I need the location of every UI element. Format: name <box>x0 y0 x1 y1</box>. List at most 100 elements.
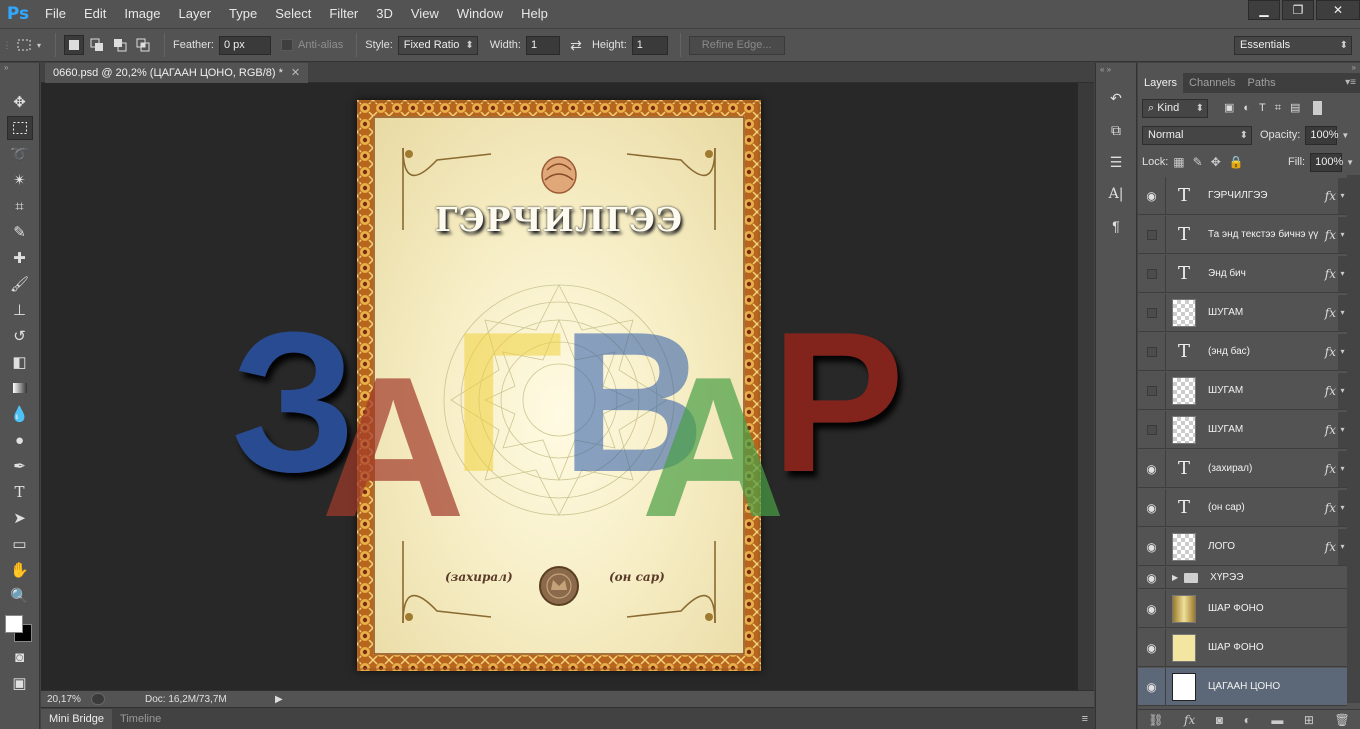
quick-mask-icon[interactable]: ◙ <box>7 645 33 669</box>
blur-tool-icon[interactable]: 💧 <box>7 402 33 426</box>
layer-row[interactable]: T Та энд текстээ бичнэ үү fx ▾ <box>1138 215 1347 254</box>
refine-edge-button[interactable]: Refine Edge... <box>688 35 785 55</box>
layer-row[interactable]: ◉ T (захирал) fx ▾ <box>1138 449 1347 488</box>
lock-icons[interactable]: ▦✎✥🔒 <box>1173 155 1251 169</box>
antialias-checkbox[interactable] <box>280 39 293 51</box>
minimize-button[interactable]: ▁ <box>1248 0 1280 20</box>
effects-expand-icon[interactable]: ▾ <box>1338 450 1347 487</box>
dodge-tool-icon[interactable]: ● <box>7 428 33 452</box>
fill-input[interactable]: 100% <box>1310 152 1343 172</box>
layer-effects-icon[interactable]: fx <box>1325 189 1336 203</box>
height-input[interactable]: 1 <box>631 35 668 55</box>
eraser-tool-icon[interactable]: ◧ <box>7 350 33 374</box>
width-input[interactable]: 1 <box>525 35 560 55</box>
subtract-selection-icon[interactable] <box>110 35 130 55</box>
eyedropper-tool-icon[interactable]: ✎ <box>7 220 33 244</box>
layer-row[interactable]: ◉ ШАР ФОНО <box>1138 589 1347 628</box>
visibility-toggle[interactable] <box>1138 293 1166 332</box>
opacity-dropdown-icon[interactable]: ▼ <box>1341 131 1349 140</box>
rectangle-tool-icon[interactable]: ▭ <box>7 532 33 556</box>
layer-effects-icon[interactable]: fx <box>1325 267 1336 281</box>
layer-row[interactable]: ШУГАМ fx ▾ <box>1138 293 1347 332</box>
rectangular-marquee-tool-icon[interactable] <box>6 116 33 140</box>
eye-icon[interactable]: ◉ <box>1138 449 1166 488</box>
layers-scrollbar[interactable] <box>1347 175 1360 703</box>
eye-icon[interactable]: ◉ <box>1138 667 1166 706</box>
visibility-toggle[interactable] <box>1138 410 1166 449</box>
feather-input[interactable]: 0 px <box>218 35 271 55</box>
layer-effects-icon[interactable]: fx <box>1325 501 1336 515</box>
magic-wand-tool-icon[interactable]: ✴ <box>7 168 33 192</box>
paragraph-panel-icon[interactable]: ¶ <box>1102 213 1130 239</box>
link-layers-icon[interactable]: ⛓ <box>1148 713 1163 727</box>
effects-expand-icon[interactable]: ▾ <box>1338 216 1347 253</box>
clone-stamp-tool-icon[interactable]: ⊥ <box>7 298 33 322</box>
visibility-toggle[interactable] <box>1138 215 1166 254</box>
effects-expand-icon[interactable]: ▾ <box>1338 294 1347 331</box>
layer-effects-icon[interactable]: fx <box>1325 462 1336 476</box>
tab-layers[interactable]: Layers <box>1138 73 1184 93</box>
effects-expand-icon[interactable]: ▾ <box>1338 528 1347 565</box>
tab-paths[interactable]: Paths <box>1242 73 1282 93</box>
zoom-tool-icon[interactable]: 🔍 <box>7 584 33 608</box>
layer-row[interactable]: T Энд бич fx ▾ <box>1138 254 1347 293</box>
canvas-area[interactable]: ГЭРЧИЛГЭЭ (захирал) (он сар) З А Г В А Р <box>41 83 1078 690</box>
opacity-input[interactable]: 100% <box>1305 125 1339 145</box>
eye-icon[interactable]: ◉ <box>1138 566 1166 589</box>
properties-panel-icon[interactable]: ☰ <box>1102 149 1130 175</box>
kind-filter-select[interactable]: ⌕ Kind <box>1142 98 1208 118</box>
type-tool-icon[interactable]: T <box>7 480 33 504</box>
menu-help[interactable]: Help <box>512 0 557 28</box>
menu-view[interactable]: View <box>402 0 448 28</box>
add-style-icon[interactable]: fx <box>1184 713 1195 727</box>
workspace-select[interactable]: Essentials <box>1234 35 1352 55</box>
layer-row[interactable]: ШУГАМ fx ▾ <box>1138 371 1347 410</box>
effects-expand-icon[interactable]: ▾ <box>1338 489 1347 526</box>
menu-select[interactable]: Select <box>266 0 320 28</box>
color-swatches[interactable] <box>0 610 39 644</box>
zoom-level[interactable]: 20,17% <box>47 694 91 705</box>
document-tab[interactable]: 0660.psd @ 20,2% (ЦАГААН ЦОНО, RGB/8) * … <box>45 63 309 83</box>
new-group-icon[interactable]: ▬ <box>1271 713 1283 727</box>
delete-layer-icon[interactable]: 🗑 <box>1334 713 1349 727</box>
effects-expand-icon[interactable]: ▾ <box>1338 333 1347 370</box>
history-brush-tool-icon[interactable]: ↺ <box>7 324 33 348</box>
layer-effects-icon[interactable]: fx <box>1325 228 1336 242</box>
character-panel-icon[interactable]: A| <box>1102 181 1130 207</box>
layer-row[interactable]: T (энд бас) fx ▾ <box>1138 332 1347 371</box>
history-panel-icon[interactable]: ↶ <box>1102 85 1130 111</box>
layer-row[interactable]: ◉ ЦАГААН ЦОНО <box>1138 667 1347 706</box>
menu-window[interactable]: Window <box>448 0 512 28</box>
healing-brush-tool-icon[interactable]: ✚ <box>7 246 33 270</box>
close-tab-icon[interactable]: ✕ <box>291 63 300 83</box>
blend-mode-select[interactable]: Normal <box>1142 125 1252 145</box>
layers-panel-menu-icon[interactable]: ▾≡ <box>1345 73 1360 93</box>
move-tool-icon[interactable]: ✥ <box>7 90 33 114</box>
layer-effects-icon[interactable]: fx <box>1325 423 1336 437</box>
screen-mode-icon[interactable]: ▣ <box>7 671 33 695</box>
status-info-icon[interactable] <box>91 693 105 705</box>
path-selection-tool-icon[interactable]: ➤ <box>7 506 33 530</box>
style-select[interactable]: Fixed Ratio <box>397 35 478 55</box>
add-selection-icon[interactable] <box>87 35 107 55</box>
visibility-toggle[interactable] <box>1138 254 1166 293</box>
eye-icon[interactable]: ◉ <box>1138 527 1166 566</box>
lasso-tool-icon[interactable]: ➰ <box>7 142 33 166</box>
layer-row[interactable]: ◉ T ГЭРЧИЛГЭЭ fx ▾ <box>1138 176 1347 215</box>
new-layer-icon[interactable]: ⊞ <box>1304 713 1314 727</box>
menu-image[interactable]: Image <box>115 0 169 28</box>
menu-edit[interactable]: Edit <box>75 0 115 28</box>
eye-icon[interactable]: ◉ <box>1138 176 1166 215</box>
crop-tool-icon[interactable]: ⌗ <box>7 194 33 218</box>
status-menu-arrow-icon[interactable]: ▶ <box>275 694 283 705</box>
preset-dropdown-icon[interactable]: ▾ <box>37 41 41 50</box>
layer-row[interactable]: ШУГАМ fx ▾ <box>1138 410 1347 449</box>
dock-collapse-icon[interactable]: « » <box>1096 63 1136 79</box>
gradient-tool-icon[interactable] <box>7 376 33 400</box>
menu-file[interactable]: File <box>36 0 75 28</box>
panel-collapse-icon[interactable]: » <box>1138 63 1360 73</box>
restore-button[interactable]: ❐ <box>1282 0 1314 20</box>
layer-row[interactable]: ◉ T (он сар) fx ▾ <box>1138 488 1347 527</box>
brush-tool-icon[interactable]: 🖌 <box>7 272 33 296</box>
canvas-vertical-scrollbar[interactable] <box>1078 83 1094 690</box>
